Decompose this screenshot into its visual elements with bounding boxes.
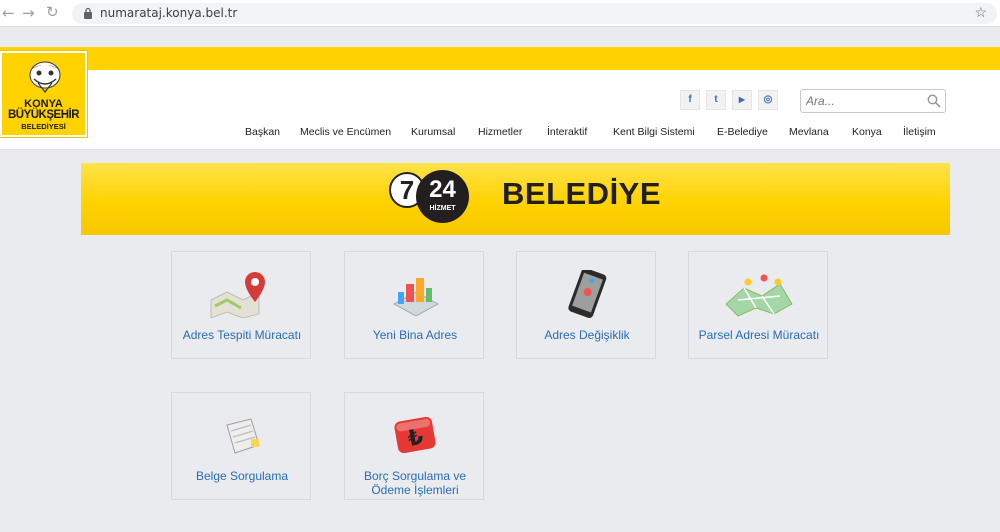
browser-toolbar: ← → ↻ numarataj.konya.bel.tr ☆ [0,0,1000,27]
menu-item-kurumsal[interactable]: Kurumsal [411,126,455,138]
site-logo[interactable]: KONYA BÜYÜKŞEHİR BELEDİYESİ [0,51,87,137]
menu-item-iletisim[interactable]: İletişim [903,126,936,138]
search-icon[interactable] [927,94,941,108]
tile-label: Belge Sorgulama [195,469,289,483]
menu-item-baskan[interactable]: Başkan [245,126,280,138]
tile-adres-degisiklik[interactable]: Adres Değişiklik [516,251,656,359]
map-pin-icon [210,272,265,318]
star-icon[interactable]: ☆ [974,4,987,21]
building-map-icon [393,278,439,317]
menu-item-hizmetler[interactable]: Hizmetler [478,126,522,138]
tile-adres-tespiti[interactable]: Adres Tespiti Müracatı [171,251,311,359]
instagram-icon[interactable]: ◎ [758,90,778,110]
menu-item-mevlana[interactable]: Mevlana [789,126,829,138]
menu-item-konya[interactable]: Konya [852,126,882,138]
banner-title: BELEDİYE [502,176,662,211]
tile-label-line2: Ödeme İşlemleri [371,483,459,497]
youtube-icon[interactable]: ▶ [732,90,752,110]
url-text: numarataj.konya.bel.tr [100,6,238,20]
logo-line2: BÜYÜKŞEHİR [7,109,80,121]
tile-label: Adres Değişiklik [544,328,630,342]
badge-24-caption: HİZMET [429,205,456,212]
hero-banner: 7 24 HİZMET BELEDİYE [81,163,950,235]
tile-yeni-bina[interactable]: Yeni Bina Adres [344,251,484,359]
back-icon[interactable]: ← [2,4,15,22]
menu-item-e-belediye[interactable]: E-Belediye [717,126,768,138]
menu-item-interaktif[interactable]: İnteraktif [547,126,587,138]
lock-icon [84,7,92,19]
facebook-icon[interactable]: f [680,90,700,110]
eagle-crest-icon [29,61,61,93]
tile-label: Adres Tespiti Müracatı [182,328,302,342]
menu-item-meclis[interactable]: Meclis ve Encümen [300,126,391,138]
badge-24-number: 24 [429,176,456,203]
tile-borc-sorgulama[interactable]: ₺ Borç Sorgulama ve Ödeme İşlemleri [344,392,484,500]
search-input[interactable] [806,91,926,111]
lira-payment-icon: ₺ [394,416,436,454]
logo-line3: BELEDİYESİ [21,122,66,131]
document-icon [226,418,260,454]
tile-label: Parsel Adresi Müracatı [698,328,820,342]
tile-label-line1: Borç Sorgulama ve [363,469,467,483]
search-box [800,89,946,113]
parcel-map-icon [725,274,793,317]
top-yellow-bar [0,47,1000,70]
phone-location-icon [568,270,607,318]
forward-icon[interactable]: → [22,4,35,22]
address-bar[interactable]: numarataj.konya.bel.tr ☆ [72,3,997,24]
menu-item-kent-bilgi[interactable]: Kent Bilgi Sistemi [613,126,695,138]
twitter-icon[interactable]: t [706,90,726,110]
reload-icon[interactable]: ↻ [46,3,59,21]
tile-parsel-adresi[interactable]: Parsel Adresi Müracatı [688,251,828,359]
tile-belge-sorgulama[interactable]: Belge Sorgulama [171,392,311,500]
tile-label: Yeni Bina Adres [372,328,458,342]
badge-24: 24 HİZMET [416,170,469,223]
